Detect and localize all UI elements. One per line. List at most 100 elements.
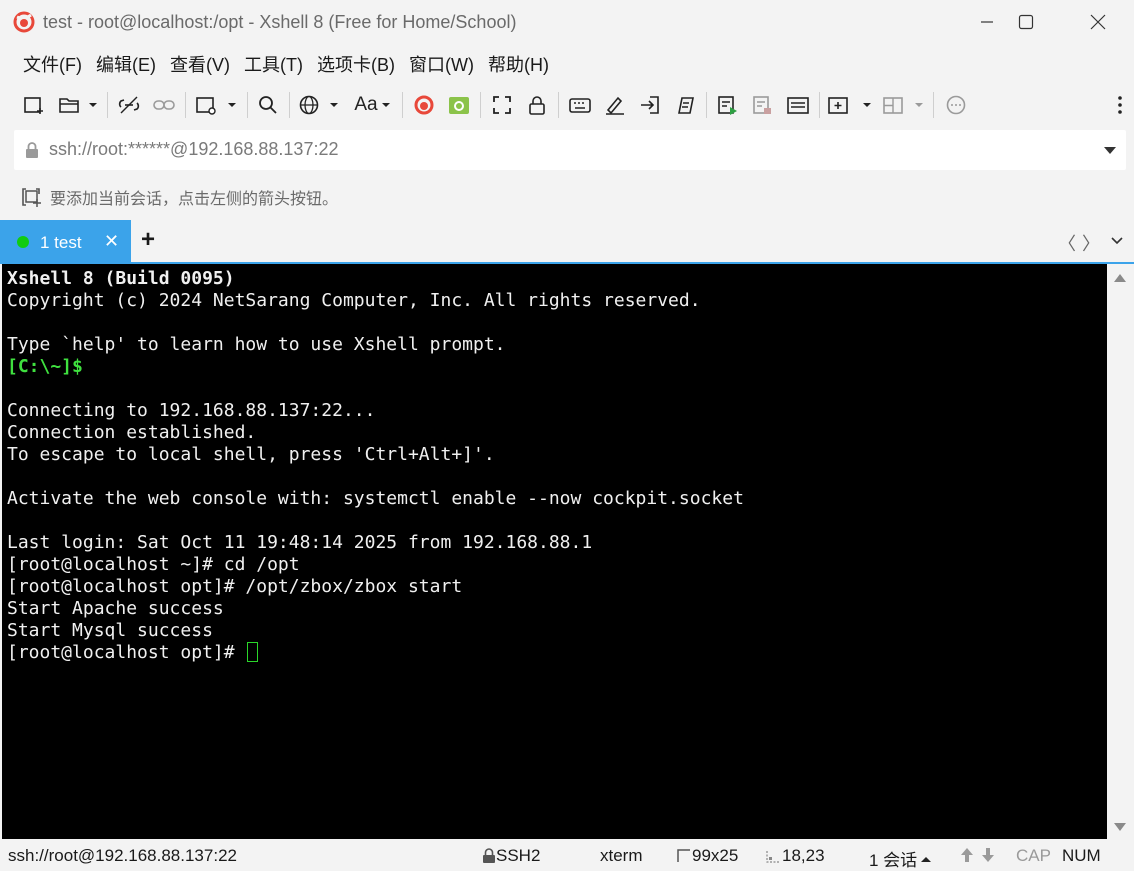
reconnect-button[interactable]: [150, 90, 178, 120]
status-terminal-type: xterm: [600, 846, 643, 865]
status-protocol: SSH2: [482, 846, 540, 866]
menu-help[interactable]: 帮助(H): [481, 51, 556, 77]
terminal-line: Connection established.: [7, 422, 257, 443]
add-session-icon[interactable]: [20, 186, 42, 208]
menu-tab[interactable]: 选项卡(B): [310, 51, 402, 77]
keyboard-button[interactable]: [566, 90, 594, 120]
address-input[interactable]: [49, 139, 1089, 160]
xshell-icon: [414, 95, 434, 115]
xshell-button[interactable]: [410, 90, 438, 120]
tab-label: 1 test: [40, 233, 82, 252]
minimize-button[interactable]: [967, 8, 1007, 36]
record-button[interactable]: [714, 90, 742, 120]
xftp-button[interactable]: [445, 90, 473, 120]
terminal-line: Copyright (c) 2024 NetSarang Computer, I…: [7, 290, 701, 311]
window-title: test - root@localhost:/opt - Xshell 8 (F…: [43, 12, 517, 32]
menu-view[interactable]: 查看(V): [163, 51, 237, 77]
unlink-icon: [118, 96, 140, 114]
disconnect-button[interactable]: [115, 90, 143, 120]
notes-icon: [787, 97, 809, 114]
tab-next-icon[interactable]: 〉: [1082, 230, 1100, 256]
terminal-line: [root@localhost ~]# cd /opt: [7, 554, 300, 575]
tab-list-icon[interactable]: [1110, 235, 1124, 247]
connected-status-icon: [17, 236, 29, 248]
new-session-button[interactable]: [20, 90, 48, 120]
protocol-label: SSH2: [496, 846, 541, 865]
terminal-line: To escape to local shell, press 'Ctrl+Al…: [7, 444, 495, 465]
terminal-line: [root@localhost opt]# /opt/zbox/zbox sta…: [7, 576, 463, 597]
log-icon: [753, 96, 771, 114]
more-vertical-icon: [1118, 96, 1122, 114]
sessions-label: 1 会话: [869, 851, 918, 870]
terminal-output[interactable]: Xshell 8 (Build 0095) Copyright (c) 2024 …: [2, 264, 1107, 839]
lock-button[interactable]: [523, 90, 551, 120]
status-connection: ssh://root@192.168.88.137:22: [8, 846, 237, 865]
layout-button[interactable]: [880, 90, 928, 120]
menu-edit[interactable]: 编辑(E): [89, 51, 163, 77]
folder-open-icon: [59, 98, 97, 113]
menu-bar: 文件(F) 编辑(E) 查看(V) 工具(T) 选项卡(B) 窗口(W) 帮助(…: [0, 48, 1134, 80]
font-label: Aa: [354, 94, 378, 115]
new-tab-button[interactable]: [826, 90, 874, 120]
menu-window[interactable]: 窗口(W): [402, 51, 481, 77]
status-size: 99x25: [676, 846, 738, 866]
terminal-cursor[interactable]: [247, 642, 259, 662]
status-bar: ssh://root@192.168.88.137:22 SSH2 xterm …: [0, 839, 1134, 871]
terminal-line: Type `help' to learn how to use Xshell p…: [7, 334, 506, 355]
terminal-line: Last login: Sat Oct 11 19:48:14 2025 fro…: [7, 532, 593, 553]
resize-icon: [677, 849, 690, 862]
status-cursor: 18,23: [764, 846, 825, 866]
xshell-logo-icon: [13, 11, 35, 33]
menu-tools[interactable]: 工具(T): [237, 51, 310, 77]
encoding-button[interactable]: [297, 90, 345, 120]
scroll-up-icon[interactable]: [1114, 274, 1126, 282]
session-properties-button[interactable]: [193, 90, 241, 120]
tab-test[interactable]: 1 test ✕: [0, 220, 131, 262]
lock-icon: [529, 96, 545, 115]
lock-icon: [483, 848, 495, 863]
menu-file[interactable]: 文件(F): [16, 51, 89, 77]
terminal-scrollbar[interactable]: [1107, 264, 1132, 839]
properties-icon: [196, 97, 236, 115]
scroll-arrows[interactable]: [958, 846, 998, 864]
maximize-button[interactable]: [1006, 8, 1046, 36]
find-button[interactable]: [254, 90, 282, 120]
terminal-line: Xshell 8 (Build 0095): [7, 268, 235, 289]
tab-close-icon[interactable]: ✕: [104, 231, 119, 252]
status-sessions[interactable]: 1 会话: [869, 846, 935, 871]
script-button[interactable]: [671, 90, 699, 120]
script-icon: [678, 97, 694, 114]
log-button[interactable]: [749, 90, 777, 120]
chat-icon: [946, 95, 966, 115]
session-hint-bar: 要添加当前会话，点击左侧的箭头按钮。: [20, 184, 338, 210]
caret-up-icon: [921, 856, 932, 862]
compose-button[interactable]: [601, 90, 629, 120]
xftp-icon: [449, 97, 469, 114]
fullscreen-icon: [493, 96, 511, 114]
status-caps: CAP: [1016, 846, 1051, 865]
close-button[interactable]: [1078, 8, 1118, 36]
lock-icon: [26, 142, 38, 158]
address-dropdown-icon[interactable]: [1104, 147, 1116, 154]
terminal-line: Connecting to 192.168.88.137:22...: [7, 400, 376, 421]
terminal-line: Start Apache success: [7, 598, 224, 619]
font-button[interactable]: Aa: [351, 90, 397, 120]
fullscreen-button[interactable]: [488, 90, 516, 120]
size-label: 99x25: [692, 846, 739, 865]
tab-bar: 1 test ✕ + 〈 〉: [0, 220, 1134, 262]
scroll-down-icon[interactable]: [1114, 823, 1126, 831]
hint-text: 要添加当前会话，点击左侧的箭头按钮。: [50, 191, 339, 208]
more-button[interactable]: [1112, 90, 1128, 120]
send-file-button[interactable]: [636, 90, 664, 120]
cursor-position-icon: [766, 851, 779, 863]
open-session-button[interactable]: [55, 90, 101, 120]
tab-prev-icon[interactable]: 〈: [1058, 230, 1076, 256]
terminal-prompt: [root@localhost opt]#: [7, 642, 246, 663]
search-icon: [259, 96, 277, 114]
notes-button[interactable]: [784, 90, 812, 120]
chat-button[interactable]: [942, 90, 970, 120]
add-tab-button[interactable]: +: [141, 226, 155, 254]
maximize-icon: [1018, 14, 1034, 30]
new-session-icon: [24, 97, 43, 114]
cursor-label: 18,23: [782, 846, 825, 865]
